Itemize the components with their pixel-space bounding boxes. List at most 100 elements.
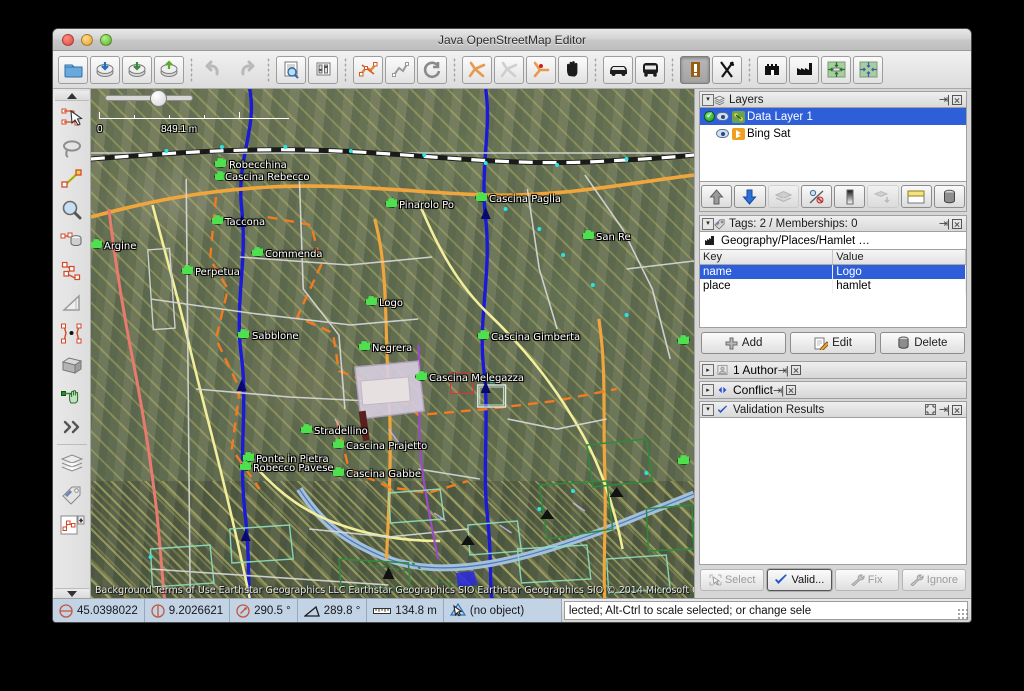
delete-layer-button[interactable] xyxy=(933,185,965,208)
layer-active-indicator[interactable] xyxy=(703,110,716,122)
map-viewport[interactable]: Robecchina Cascina Rebecco Pinarolo Po Casc… xyxy=(91,89,694,598)
zoom-to-data-button[interactable] xyxy=(821,55,851,84)
lasso-mode-button[interactable] xyxy=(55,132,89,163)
merge-layer-button[interactable] xyxy=(867,185,899,208)
tags-table-wrapper[interactable]: Key Value name Logo place hamlet xyxy=(699,250,967,328)
layers-toggle-button[interactable] xyxy=(55,447,89,478)
window-resize-grip[interactable] xyxy=(957,608,969,620)
tags-collapse-toggle[interactable]: ▾ xyxy=(702,217,714,230)
restaurant-preset-button[interactable] xyxy=(712,55,742,84)
save-button[interactable] xyxy=(122,55,152,84)
edit-tag-button[interactable]: Edit xyxy=(790,332,876,354)
relation-disabled-button[interactable] xyxy=(494,55,524,84)
layers-collapse-toggle[interactable]: ▾ xyxy=(702,93,714,106)
author-pin-icon[interactable]: ⇥| xyxy=(778,364,789,377)
tags-panel-header[interactable]: ▾ Tags: 2 / Memberships: 0 ⇥| xyxy=(699,215,967,232)
car-preset-button[interactable] xyxy=(603,55,633,84)
search-button[interactable] xyxy=(276,55,306,84)
validation-close-icon[interactable] xyxy=(952,404,962,415)
building-tool-button[interactable] xyxy=(55,349,89,380)
table-row[interactable]: name Logo xyxy=(700,264,966,279)
draw-mode-button[interactable] xyxy=(55,163,89,194)
validation-results-list[interactable] xyxy=(699,418,967,565)
update-data-button[interactable] xyxy=(417,55,447,84)
status-object[interactable]: (no object) xyxy=(443,599,562,622)
tags-close-icon[interactable] xyxy=(952,218,962,229)
layer-visibility-icon[interactable] xyxy=(716,129,729,138)
improve-way-accuracy-button[interactable] xyxy=(55,256,89,287)
status-longitude[interactable]: 9.2026621 xyxy=(144,599,231,622)
window-titlebar[interactable]: Java OpenStreetMap Editor xyxy=(53,29,971,51)
validation-pin-icon[interactable]: ⇥| xyxy=(939,403,950,416)
status-angle[interactable]: 289.8 ° xyxy=(297,599,368,622)
download-button[interactable] xyxy=(90,55,120,84)
redo-button[interactable] xyxy=(231,56,261,84)
add-tag-button[interactable]: Add xyxy=(701,332,787,354)
move-layer-up-button[interactable] xyxy=(701,185,733,208)
layer-visibility-icon[interactable] xyxy=(716,112,729,121)
upload-button[interactable] xyxy=(154,55,184,84)
conflict-pin-icon[interactable]: ⇥| xyxy=(773,384,784,397)
undo-button[interactable] xyxy=(199,56,229,84)
tags-pin-icon[interactable]: ⇥| xyxy=(939,217,950,230)
duplicate-layer-button[interactable] xyxy=(767,185,799,208)
selection-toggle-button[interactable] xyxy=(55,509,89,540)
tags-toggle-button[interactable] xyxy=(55,478,89,509)
status-distance[interactable]: 134.8 m xyxy=(367,599,444,622)
tags-table[interactable]: Key Value name Logo place hamlet xyxy=(700,250,966,293)
validation-collapse-toggle[interactable]: ▾ xyxy=(702,403,714,416)
preferences-button[interactable] xyxy=(308,55,338,84)
tags-panel-title: Tags: 2 / Memberships: 0 xyxy=(729,217,858,230)
select-mode-button[interactable] xyxy=(55,101,89,132)
pan-hand-button[interactable] xyxy=(558,55,588,84)
relation-button[interactable] xyxy=(462,55,492,84)
status-latitude[interactable]: 45.0398022 xyxy=(53,599,145,622)
ignore-button[interactable]: Ignore xyxy=(901,569,966,591)
tools-scroll-down-button[interactable] xyxy=(54,588,89,598)
conflict-panel-header[interactable]: ▸ Conflict ⇥| xyxy=(699,381,967,399)
more-tools-button[interactable] xyxy=(55,411,89,442)
add-node-tool-button[interactable] xyxy=(55,380,89,411)
layers-panel-header[interactable]: ▾ Layers ⇥| xyxy=(699,91,967,108)
show-hide-layer-button[interactable] xyxy=(800,185,832,208)
author-close-icon[interactable] xyxy=(790,365,801,375)
bus-preset-button[interactable] xyxy=(635,55,665,84)
layers-close-icon[interactable] xyxy=(952,94,962,105)
validation-expand-icon[interactable] xyxy=(924,404,936,415)
zoom-slider[interactable] xyxy=(105,90,193,107)
layer-row-bing-sat[interactable]: Bing Sat xyxy=(700,125,966,142)
status-heading[interactable]: 290.5 ° xyxy=(230,599,298,622)
turn-restriction-button[interactable] xyxy=(526,55,556,84)
table-row[interactable]: place hamlet xyxy=(700,279,966,293)
zoom-slider-knob[interactable] xyxy=(150,90,167,107)
combine-way-button[interactable] xyxy=(385,55,415,84)
move-layer-down-button[interactable] xyxy=(734,185,766,208)
conflict-close-icon[interactable] xyxy=(786,385,797,395)
industry-preset-button[interactable] xyxy=(789,55,819,84)
conflict-expand-toggle[interactable]: ▸ xyxy=(702,384,714,396)
tools-scroll-up-button[interactable] xyxy=(54,91,89,101)
zoom-mode-button[interactable] xyxy=(55,194,89,225)
toolbar-separator xyxy=(341,56,350,83)
layers-list[interactable]: Data Layer 1 Bing Sat xyxy=(699,108,967,182)
validate-button[interactable]: Valid... xyxy=(767,569,832,591)
tags-preset-row[interactable]: Geography/Places/Hamlet … xyxy=(699,232,967,250)
delete-tag-button[interactable]: Delete xyxy=(879,332,965,354)
author-expand-toggle[interactable]: ▸ xyxy=(702,364,714,376)
parallel-mode-button[interactable] xyxy=(55,318,89,349)
open-file-button[interactable] xyxy=(58,55,88,84)
layer-row-data-layer-1[interactable]: Data Layer 1 xyxy=(700,108,966,125)
warning-preset-button[interactable] xyxy=(680,55,710,84)
layers-pin-icon[interactable]: ⇥| xyxy=(939,93,950,106)
fix-button[interactable]: Fix xyxy=(834,569,899,591)
author-panel-header[interactable]: ▸ 1 Author ⇥| xyxy=(699,361,967,379)
delete-mode-button[interactable] xyxy=(55,225,89,256)
opacity-layer-button[interactable] xyxy=(834,185,866,208)
zoom-to-layer-button[interactable] xyxy=(853,55,883,84)
validation-panel-header[interactable]: ▾ Validation Results ⇥| xyxy=(699,401,967,418)
select-button[interactable]: Select xyxy=(700,569,765,591)
split-way-button[interactable] xyxy=(353,55,383,84)
castle-preset-button[interactable] xyxy=(757,55,787,84)
layer-properties-button[interactable] xyxy=(900,185,932,208)
extrude-mode-button[interactable] xyxy=(55,287,89,318)
